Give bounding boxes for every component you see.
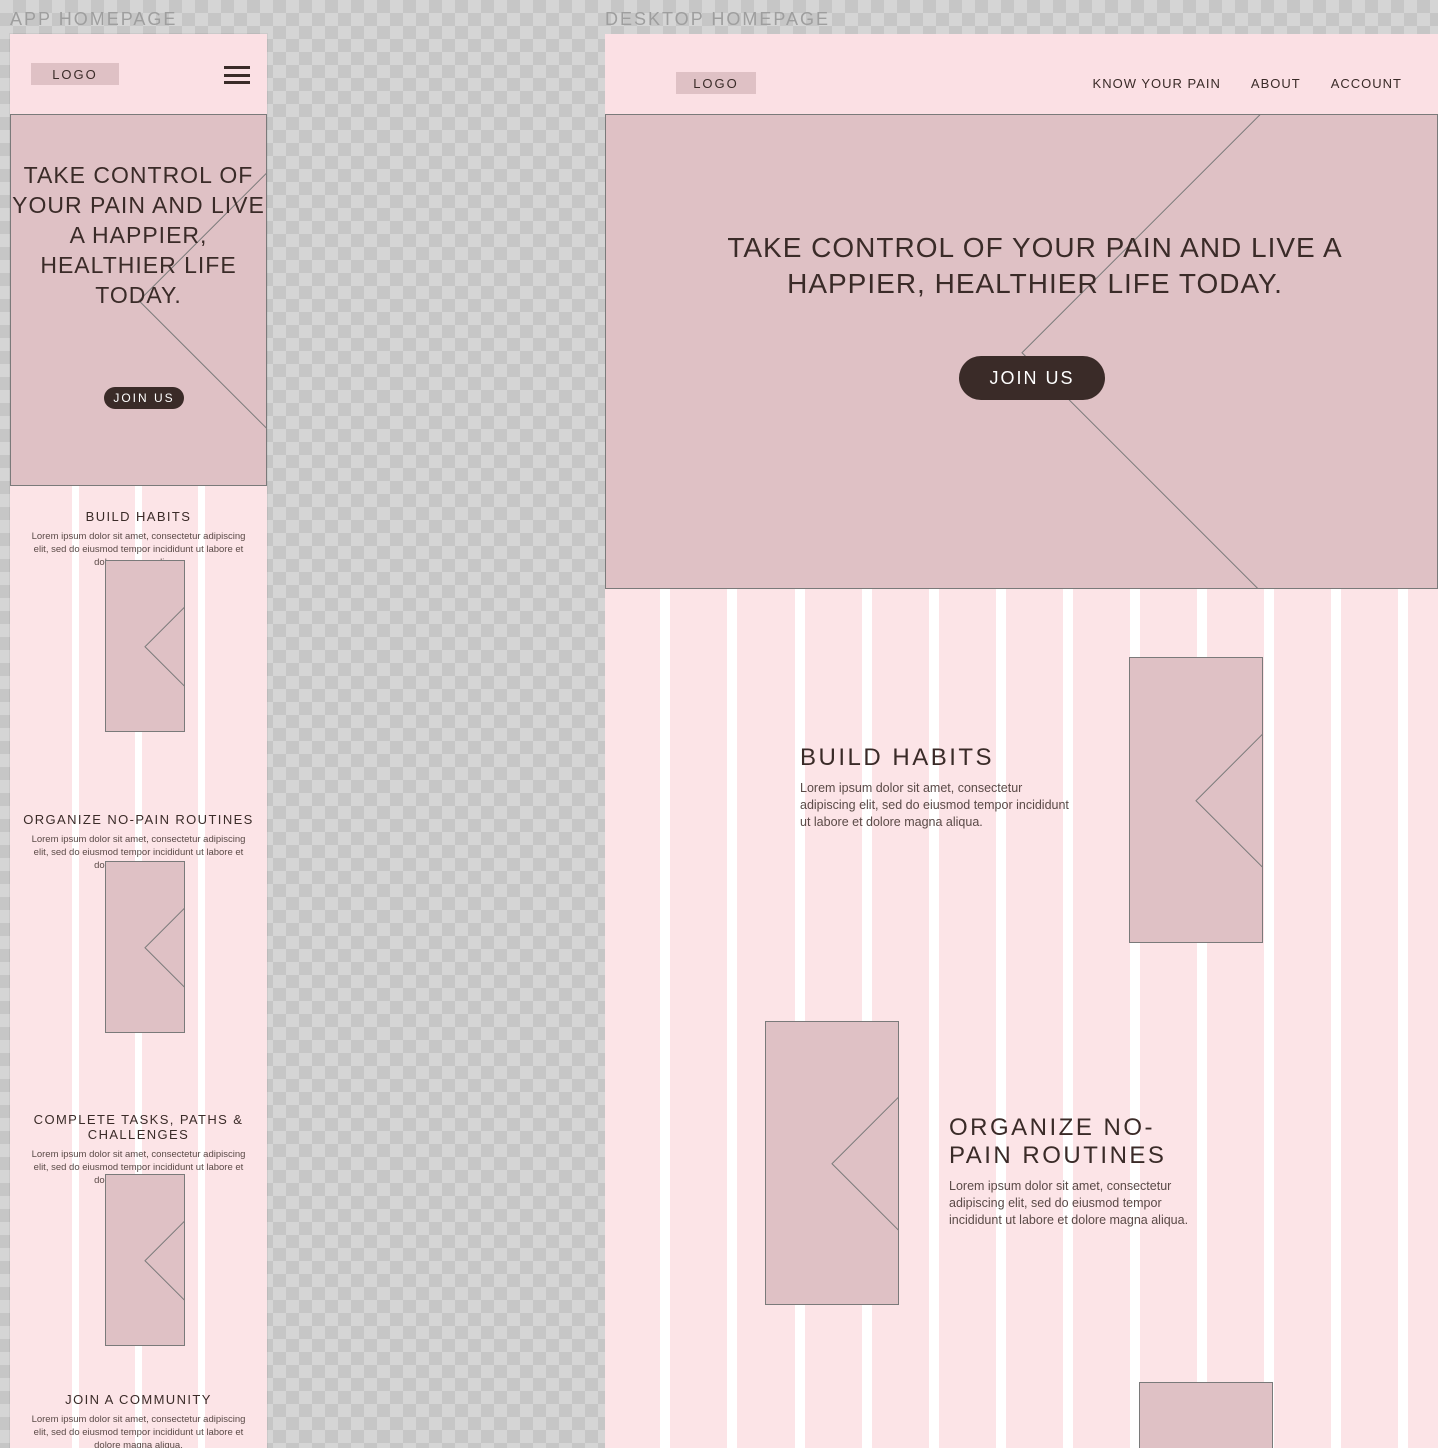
app-hero-headline: TAKE CONTROL OF YOUR PAIN AND LIVE A HAP… [10, 160, 267, 310]
desktop-image-placeholder-2 [765, 1021, 899, 1305]
desktop-hero-headline: TAKE CONTROL OF YOUR PAIN AND LIVE A HAP… [725, 230, 1345, 302]
nav-know-your-pain[interactable]: KNOW YOUR PAIN [1093, 76, 1221, 91]
section-title: ORGANIZE NO-PAIN ROUTINES [10, 812, 267, 827]
desktop-frame: LOGO KNOW YOUR PAIN ABOUT ACCOUNT TAKE C… [605, 34, 1438, 1448]
section-body: Lorem ipsum dolor sit amet, consectetur … [10, 1413, 267, 1448]
app-frame: LOGO TAKE CONTROL OF YOUR PAIN AND LIVE … [10, 34, 267, 1448]
app-section-community: JOIN A COMMUNITY Lorem ipsum dolor sit a… [10, 1392, 267, 1448]
nav-account[interactable]: ACCOUNT [1331, 76, 1402, 91]
section-title: ORGANIZE NO-PAIN ROUTINES [949, 1114, 1209, 1170]
desktop-join-button[interactable]: JOIN US [959, 356, 1105, 400]
app-join-button[interactable]: JOIN US [104, 387, 184, 409]
app-image-placeholder-1 [105, 560, 185, 732]
nav-about[interactable]: ABOUT [1251, 76, 1301, 91]
section-title: BUILD HABITS [10, 509, 267, 524]
frame-label-desktop: DESKTOP HOMEPAGE [605, 9, 830, 30]
section-body: Lorem ipsum dolor sit amet, consectetur … [800, 780, 1080, 831]
app-logo[interactable]: LOGO [31, 63, 119, 85]
section-body: Lorem ipsum dolor sit amet, consectetur … [949, 1178, 1189, 1229]
section-title: JOIN A COMMUNITY [10, 1392, 267, 1407]
app-image-placeholder-2 [105, 861, 185, 1033]
desktop-image-placeholder-3 [1139, 1382, 1273, 1448]
desktop-logo[interactable]: LOGO [676, 72, 756, 94]
desktop-nav: KNOW YOUR PAIN ABOUT ACCOUNT [1093, 76, 1402, 91]
app-image-placeholder-3 [105, 1174, 185, 1346]
section-title: BUILD HABITS [800, 744, 1100, 772]
design-canvas: APP HOMEPAGE DESKTOP HOMEPAGE LOGO TAKE … [0, 0, 1438, 1448]
section-title: COMPLETE TASKS, PATHS & CHALLENGES [10, 1112, 267, 1142]
desktop-image-placeholder-1 [1129, 657, 1263, 943]
frame-label-app: APP HOMEPAGE [10, 9, 177, 30]
hamburger-menu-icon[interactable] [224, 66, 250, 84]
desktop-hero-image-placeholder [605, 114, 1438, 589]
